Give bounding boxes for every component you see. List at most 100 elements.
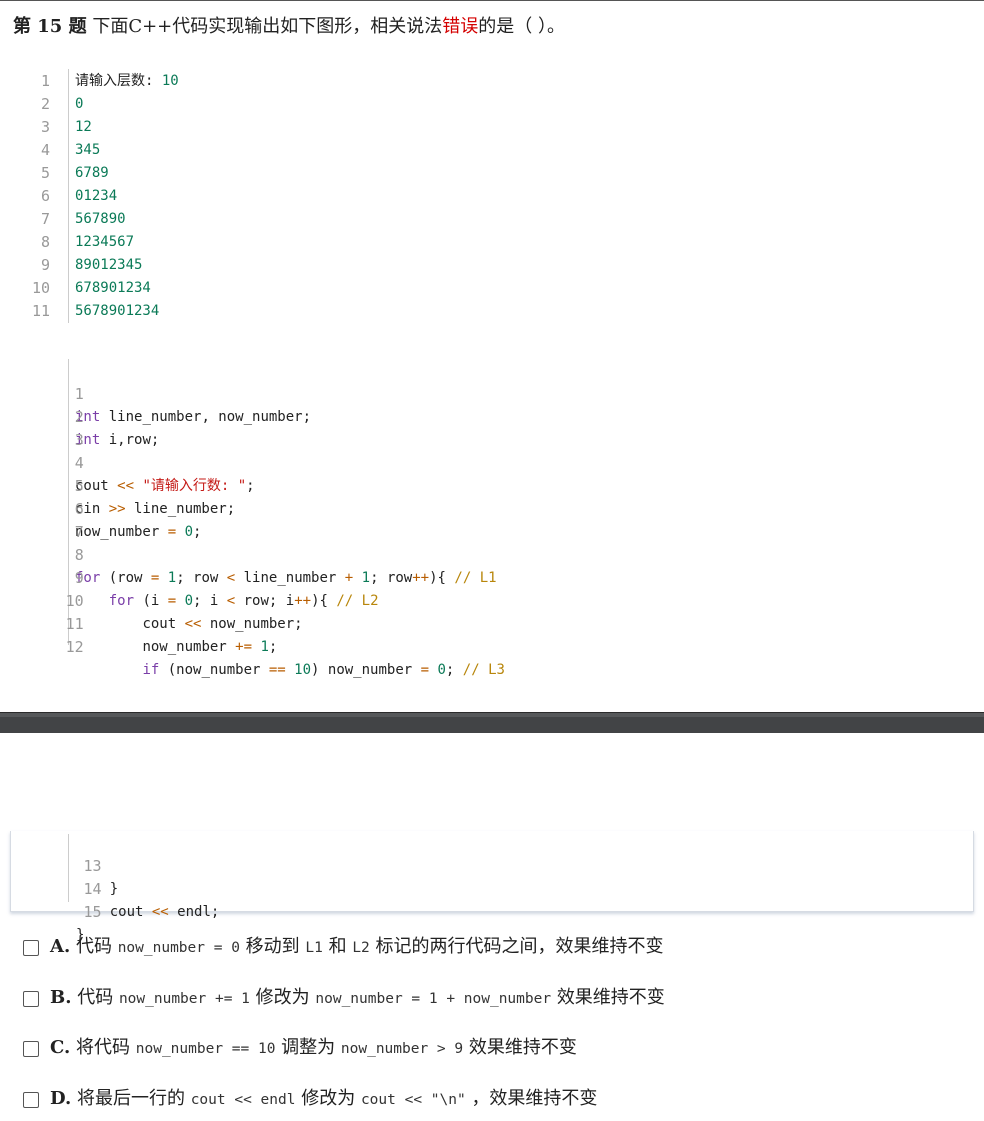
code-line: 15 } bbox=[1, 878, 102, 943]
code-line: 13 } bbox=[1, 832, 119, 897]
code-text: line_number bbox=[235, 570, 345, 586]
line-number: 3 bbox=[74, 431, 84, 449]
line-number: 5 bbox=[74, 477, 84, 495]
code-text: (row bbox=[100, 570, 151, 586]
top-rule bbox=[0, 0, 984, 1]
code-text: now_number; bbox=[201, 616, 303, 632]
operator: ++ bbox=[294, 593, 312, 609]
number-literal: 0 bbox=[184, 593, 194, 609]
number-literal: 1 bbox=[167, 570, 177, 586]
code-text: ){ bbox=[429, 570, 455, 586]
option-text-part: 修改为 bbox=[255, 987, 310, 1008]
operator: >> bbox=[108, 501, 126, 517]
option-text-part: 将最后一行的 bbox=[76, 1088, 185, 1109]
code-block: 1 int line_number, now_number; 2 int i,r… bbox=[0, 359, 700, 678]
line-number: 10 bbox=[65, 592, 84, 610]
output-text: 请输入层数: 10 bbox=[75, 70, 179, 93]
output-text: 5678901234 bbox=[75, 303, 160, 319]
question-highlight-wrong: 错误 bbox=[442, 16, 479, 37]
option-a-checkbox[interactable] bbox=[23, 940, 39, 956]
code-text: row; i bbox=[235, 593, 295, 609]
line-number: 6 bbox=[74, 500, 84, 518]
line-number: 4 bbox=[74, 454, 84, 472]
option-letter: D. bbox=[50, 1088, 72, 1109]
option-b-checkbox[interactable] bbox=[23, 991, 39, 1007]
line-number: 1 bbox=[74, 385, 84, 403]
prompt-text: 请输入层数: bbox=[75, 73, 162, 89]
code-line: 7 bbox=[0, 498, 84, 541]
line-number: 5 bbox=[40, 164, 50, 182]
line-number: 3 bbox=[40, 118, 50, 136]
code-text: ; bbox=[246, 478, 255, 494]
output-text: 567890 bbox=[75, 211, 126, 227]
option-d-text: D. 将最后一行的 cout << endl 修改为 cout << "\n" … bbox=[50, 1087, 597, 1112]
code-line: 9 for (i = 0; i < row; i++){ // L2 bbox=[0, 544, 379, 609]
output-text: 1234567 bbox=[75, 234, 135, 250]
operator: += bbox=[235, 639, 253, 655]
line-number: 8 bbox=[74, 546, 84, 564]
code-text: ; bbox=[268, 639, 278, 655]
keyword: for bbox=[108, 593, 135, 609]
operator: << bbox=[117, 478, 135, 494]
line-number: 2 bbox=[40, 95, 50, 113]
question-text: 下面C++代码实现输出如下图形，相关说法 bbox=[92, 16, 443, 37]
code-text: ; bbox=[193, 524, 202, 540]
option-text-part: 效果维持不变 bbox=[556, 987, 665, 1008]
operator: << bbox=[151, 904, 169, 920]
code-text: cout bbox=[142, 616, 185, 632]
code-text: (i bbox=[134, 593, 168, 609]
option-text-part: ，效果维持不变 bbox=[471, 1088, 598, 1109]
code-text: ) now_number bbox=[311, 662, 421, 678]
comment: // L3 bbox=[462, 662, 505, 678]
line-number: 13 bbox=[83, 857, 102, 875]
code-text: ; row bbox=[370, 570, 413, 586]
code-text: ; i bbox=[193, 593, 227, 609]
option-c-text: C. 将代码 now_number == 10 调整为 now_number >… bbox=[50, 1036, 577, 1061]
line-number: 10 bbox=[31, 279, 50, 297]
code-block-continuation: 13 } 14 cout << endl; 15 } bbox=[10, 831, 974, 943]
code-text: line_number; bbox=[125, 501, 236, 517]
operator: = bbox=[420, 662, 430, 678]
page-break-shade bbox=[0, 713, 984, 717]
line-number: 11 bbox=[65, 615, 84, 633]
option-letter: C. bbox=[50, 1037, 71, 1058]
question-number: 第 15 题 bbox=[13, 16, 87, 37]
output-text: 12 bbox=[75, 119, 92, 135]
code-text: now_number bbox=[142, 639, 236, 655]
code-text: cout bbox=[109, 904, 152, 920]
option-c-checkbox[interactable] bbox=[23, 1041, 39, 1057]
question-text-end: 的是（ ）。 bbox=[478, 16, 565, 37]
operator: = bbox=[167, 524, 177, 540]
line-number: 12 bbox=[65, 638, 84, 656]
code-text: ){ bbox=[311, 593, 337, 609]
output-text: 6789 bbox=[75, 165, 109, 181]
comment: // L1 bbox=[454, 570, 497, 586]
output-example-block: 1 请输入层数: 10 2 0 3 12 4 345 5 6789 6 01234 7 567890 8 12… bbox=[0, 69, 600, 323]
line-number: 15 bbox=[83, 903, 102, 921]
option-d-checkbox[interactable] bbox=[23, 1092, 39, 1108]
option-text-part: 效果维持不变 bbox=[468, 1037, 577, 1058]
code-line: 4 cout << "请输入行数: "; bbox=[0, 429, 255, 494]
line-number: 2 bbox=[74, 408, 84, 426]
prompt-value: 10 bbox=[161, 73, 179, 89]
line-number: 14 bbox=[83, 880, 102, 898]
option-letter: B. bbox=[50, 987, 72, 1008]
number-literal: 0 bbox=[184, 524, 194, 540]
comment: // L2 bbox=[336, 593, 379, 609]
inline-code: now_number = 1 + now_number bbox=[315, 991, 552, 1007]
option-text-part: 移动到 bbox=[245, 936, 300, 957]
string-literal: "请输入行数: " bbox=[142, 478, 247, 494]
line-number: 4 bbox=[40, 141, 50, 159]
code-line: 14 cout << endl; bbox=[1, 855, 220, 920]
line-number: 7 bbox=[40, 210, 50, 228]
inline-code: now_number = 0 bbox=[117, 940, 240, 956]
line-number: 1 bbox=[40, 72, 50, 90]
keyword: if bbox=[142, 662, 160, 678]
code-line: 11 now_number += 1; bbox=[0, 590, 278, 655]
code-line: 8 for (row = 1; row < line_number + 1; r… bbox=[0, 521, 497, 586]
